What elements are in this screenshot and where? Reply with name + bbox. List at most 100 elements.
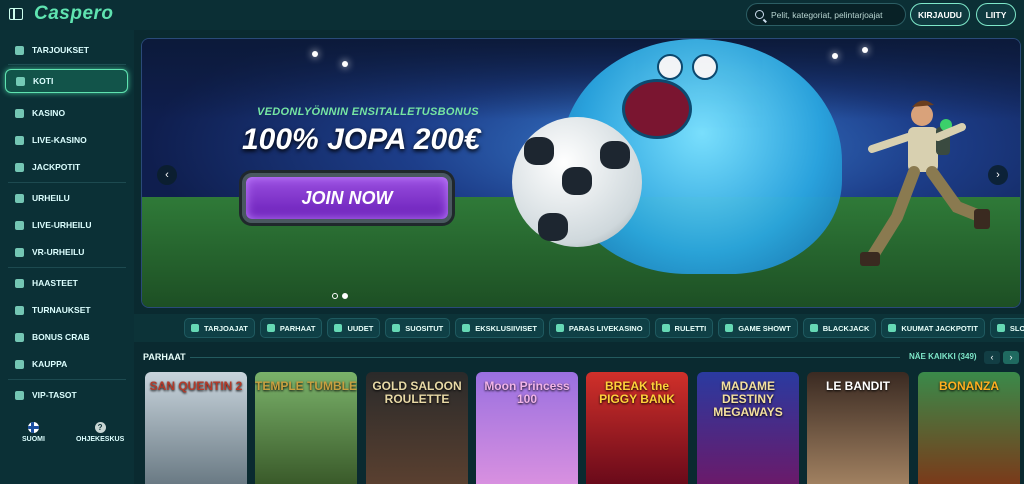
sidebar-item-vip-tasot[interactable]: VIP-TASOT	[5, 383, 128, 407]
help-icon: ?	[94, 422, 106, 433]
sidebar-item-label: JACKPOTIT	[32, 162, 81, 172]
live-icon	[15, 220, 24, 230]
next-page-icon[interactable]: ›	[1003, 351, 1019, 364]
sidebar-item-live-urheilu[interactable]: LIVE-URHEILU	[5, 213, 128, 237]
search-input[interactable]: Pelit, kategoriat, pelintarjoajat	[746, 3, 906, 26]
sidebar-item-label: LIVE-KASINO	[32, 135, 87, 145]
vr-icon	[15, 247, 24, 257]
sidebar-item-jackpotit[interactable]: JACKPOTIT	[5, 155, 128, 179]
ball-patch	[562, 167, 592, 195]
game-tile-moon-princess-100[interactable]: Moon Princess 100	[476, 372, 578, 484]
category-tarjoajat[interactable]: TARJOAJAT	[184, 318, 255, 338]
jackpot-icon	[888, 324, 897, 332]
sidebar-item-label: URHEILU	[32, 193, 70, 203]
sidebar-item-live-kasino[interactable]: LIVE-KASINO	[5, 128, 128, 152]
divider	[8, 267, 126, 268]
game-tile-madame-destiny[interactable]: MADAME DESTINY MEGAWAYS	[697, 372, 799, 484]
divider	[8, 182, 126, 183]
category-blackjack[interactable]: BLACKJACK	[802, 318, 877, 338]
trophy-icon	[15, 305, 24, 315]
game-tile-bonanza[interactable]: BONANZA	[918, 372, 1020, 484]
category-slotit[interactable]: SLOTIT	[989, 318, 1024, 338]
divider	[8, 64, 126, 65]
category-ruletti[interactable]: RULETTI	[654, 318, 714, 338]
category-label: SLOTIT	[1009, 323, 1024, 333]
game-title: MADAME DESTINY MEGAWAYS	[713, 379, 783, 420]
game-tile-break-the-piggy-bank[interactable]: BREAK the PIGGY BANK	[586, 372, 688, 484]
sidebar-item-label: TARJOUKSET	[32, 45, 89, 55]
game-title: SAN QUENTIN 2	[149, 379, 243, 393]
sidebar-item-turnaukset[interactable]: TURNAUKSET	[5, 298, 128, 322]
game-title: BONANZA	[939, 379, 999, 393]
coins-icon	[15, 162, 24, 172]
ghost-mouth	[622, 79, 692, 139]
see-all-link[interactable]: NÄE KAIKKI (349)	[909, 352, 977, 361]
join-button[interactable]: LIITY	[976, 3, 1016, 26]
language-selector[interactable]: SUOMI	[22, 422, 45, 443]
game-title: GOLD SALOON ROULETTE	[372, 379, 462, 407]
cards-icon	[809, 324, 818, 332]
carousel-next-icon[interactable]: ›	[988, 165, 1008, 185]
category-label: RULETTI	[674, 323, 707, 333]
sidebar-item-label: BONUS CRAB	[32, 332, 90, 342]
sidebar-item-kasino[interactable]: KASINO	[5, 101, 128, 125]
sidebar-item-vr-urheilu[interactable]: VR-URHEILU	[5, 240, 128, 264]
home-icon	[16, 76, 25, 86]
category-label: TARJOAJAT	[204, 323, 248, 333]
category-kuumat-jackpotit[interactable]: KUUMAT JACKPOTIT	[881, 318, 985, 338]
sidebar-item-label: VR-URHEILU	[32, 247, 85, 257]
category-game-showt[interactable]: GAME SHOWT	[718, 318, 798, 338]
slot-icon	[15, 108, 24, 118]
category-uudet[interactable]: UUDET	[327, 318, 381, 338]
target-icon	[15, 278, 24, 288]
sidebar-item-haasteet[interactable]: HAASTEET	[5, 271, 128, 295]
stadium-light	[862, 47, 868, 53]
section-title: PARHAAT	[143, 352, 186, 362]
slot-icon	[996, 324, 1005, 332]
carousel-dot[interactable]	[332, 293, 338, 299]
hero-banner[interactable]: VEDONLYÖNNIN ENSITALLETUSBONUS 100% JOPA…	[141, 38, 1021, 308]
sidebar-item-label: KAUPPA	[32, 359, 68, 369]
lightning-icon	[266, 324, 275, 332]
join-now-button[interactable]: JOIN NOW	[242, 173, 452, 223]
carousel-prev-icon[interactable]: ‹	[157, 165, 177, 185]
carousel-dot-active[interactable]	[342, 293, 348, 299]
stadium-light	[312, 51, 318, 57]
ball-icon	[15, 193, 24, 203]
top-bar: Caspero Pelit, kategoriat, pelintarjoaja…	[0, 0, 1024, 30]
sidebar-toggle-icon[interactable]	[9, 8, 23, 20]
stadium-light	[832, 53, 838, 59]
sidebar-item-kauppa[interactable]: KAUPPA	[5, 352, 128, 376]
category-label: PARHAAT	[279, 323, 316, 333]
category-paras-livekasino[interactable]: PARAS LIVEKASINO	[548, 318, 650, 338]
game-tile-gold-saloon-roulette[interactable]: GOLD SALOON ROULETTE	[366, 372, 468, 484]
ball-patch	[600, 141, 630, 169]
sidebar-item-urheilu[interactable]: URHEILU	[5, 186, 128, 210]
stadium-light	[342, 61, 348, 67]
game-tile-temple-tumble[interactable]: TEMPLE TUMBLE	[255, 372, 357, 484]
help-center-link[interactable]: ? OHJEKESKUS	[76, 422, 124, 443]
football-image	[512, 117, 642, 247]
finland-flag-icon	[27, 422, 39, 433]
sidebar-item-tarjoukset[interactable]: TARJOUKSET	[5, 38, 128, 62]
category-parhaat[interactable]: PARHAAT	[259, 318, 323, 338]
prev-page-icon[interactable]: ‹	[984, 351, 1000, 364]
sidebar-item-label: VIP-TASOT	[32, 390, 77, 400]
sidebar: TARJOUKSET KOTI KASINO LIVE-KASINO JACKP…	[0, 30, 134, 484]
sidebar-item-bonus-crab[interactable]: BONUS CRAB	[5, 325, 128, 349]
category-suositut[interactable]: SUOSITUT	[385, 318, 451, 338]
category-eksklusiiviset[interactable]: EKSKLUSIIVISET	[455, 318, 544, 338]
crab-icon	[15, 332, 24, 342]
game-tile-san-quentin[interactable]: SAN QUENTIN 2	[145, 372, 247, 484]
game-tile-le-bandit[interactable]: LE BANDIT	[807, 372, 909, 484]
sidebar-item-label: TURNAUKSET	[32, 305, 91, 315]
sidebar-item-koti[interactable]: KOTI	[5, 69, 128, 93]
category-label: SUOSITUT	[405, 323, 444, 333]
ghost-eye	[692, 54, 718, 80]
login-button[interactable]: KIRJAUDU	[910, 3, 970, 26]
ghost-eye	[657, 54, 683, 80]
category-label: PARAS LIVEKASINO	[568, 323, 643, 333]
category-label: UUDET	[347, 323, 374, 333]
hero-subtitle: VEDONLYÖNNIN ENSITALLETUSBONUS	[257, 106, 479, 118]
logo[interactable]: Caspero	[34, 3, 114, 25]
